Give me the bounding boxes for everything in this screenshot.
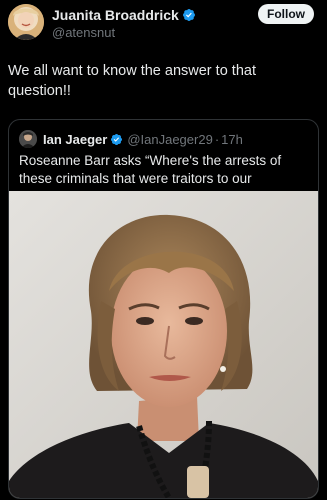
quoted-tweet[interactable]: Ian Jaeger @IanJaeger29 · 17h Roseanne B… — [8, 119, 319, 499]
quoted-author-avatar[interactable] — [19, 130, 37, 148]
author-avatar[interactable] — [8, 4, 44, 40]
separator-dot: · — [214, 131, 220, 147]
quoted-author-name[interactable]: Ian Jaeger — [43, 132, 107, 147]
quoted-avatar-image — [19, 130, 37, 148]
quoted-author-handle[interactable]: @IanJaeger29 — [127, 132, 212, 147]
verified-badge-icon — [182, 8, 195, 21]
tweet-text: We all want to know the answer to that q… — [8, 63, 256, 99]
tweet: Juanita Broaddrick @atensnut Follow We a… — [0, 0, 327, 500]
avatar-image — [8, 4, 44, 40]
follow-button[interactable]: Follow — [258, 4, 314, 24]
author-info: Juanita Broaddrick @atensnut — [52, 6, 196, 40]
author-name-row: Juanita Broaddrick — [52, 6, 196, 23]
woman-portrait-image — [9, 191, 318, 498]
quoted-tweet-photo[interactable] — [9, 191, 318, 498]
quoted-tweet-header: Ian Jaeger @IanJaeger29 · 17h — [19, 130, 243, 148]
author-handle[interactable]: @atensnut — [52, 25, 196, 40]
verified-badge-icon — [111, 133, 123, 145]
author-display-name[interactable]: Juanita Broaddrick — [52, 7, 179, 23]
quoted-timestamp[interactable]: 17h — [221, 132, 243, 147]
